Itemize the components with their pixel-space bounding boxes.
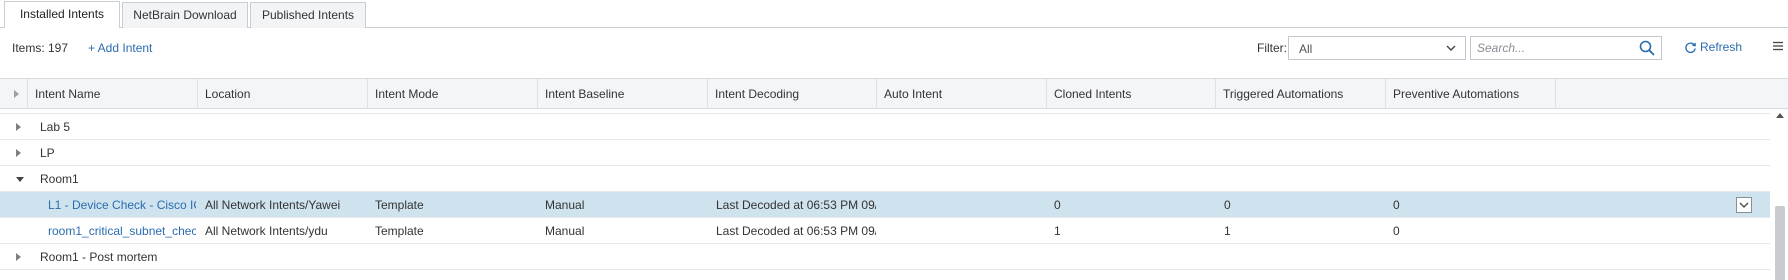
collapsed-triangle-icon	[16, 149, 21, 157]
hamburger-menu-icon[interactable]	[1772, 40, 1784, 52]
column-header-location[interactable]: Location	[198, 79, 368, 109]
toolbar: Items: 197 + Add Intent Filter: All Refr…	[0, 28, 1788, 68]
search-icon[interactable]	[1639, 40, 1655, 56]
cell-triggered-automations: 1	[1224, 224, 1231, 238]
tab-installed-intents[interactable]: Installed Intents	[4, 1, 120, 28]
cell-intent-mode: Template	[375, 198, 424, 212]
refresh-button[interactable]: Refresh	[1685, 40, 1743, 54]
column-header-auto-intent[interactable]: Auto Intent	[877, 79, 1047, 109]
chevron-down-icon	[1739, 202, 1749, 208]
search-input[interactable]	[1477, 40, 1627, 56]
cell-intent-mode: Template	[375, 224, 424, 238]
cell-cloned-intents: 1	[1054, 224, 1061, 238]
group-expander[interactable]	[0, 166, 36, 192]
cell-intent-baseline: Manual	[545, 198, 585, 212]
cell-intent-decoding: Last Decoded at 06:53 PM 09/3...	[716, 198, 876, 212]
cell-location: All Network Intents/ydu	[205, 224, 328, 238]
cell-preventive-automations: 0	[1393, 198, 1400, 212]
table-row[interactable]: L1 - Device Check - Cisco IOS... All Net…	[0, 192, 1770, 218]
group-expander[interactable]	[0, 114, 36, 140]
refresh-label: Refresh	[1700, 40, 1743, 54]
collapsed-triangle-icon	[16, 123, 21, 131]
intents-grid: Intent Name Location Intent Mode Intent …	[0, 78, 1788, 280]
column-header-intent-mode[interactable]: Intent Mode	[368, 79, 538, 109]
group-row-room1[interactable]: Room1	[0, 166, 1770, 192]
group-label: LP	[40, 146, 55, 160]
group-row-room1-post-mortem[interactable]: Room1 - Post mortem	[0, 244, 1770, 270]
table-row[interactable]: room1_critical_subnet_check All Network …	[0, 218, 1770, 244]
cell-intent-decoding: Last Decoded at 06:53 PM 09/3...	[716, 224, 876, 238]
search-box	[1470, 36, 1662, 60]
expanded-triangle-icon	[16, 177, 24, 182]
column-header-intent-name[interactable]: Intent Name	[28, 79, 198, 109]
tab-netbrain-download[interactable]: NetBrain Download	[122, 2, 248, 28]
group-expander[interactable]	[0, 244, 36, 270]
group-row-lp[interactable]: LP	[0, 140, 1770, 166]
items-count: Items: 197	[12, 41, 69, 55]
grid-header: Intent Name Location Intent Mode Intent …	[0, 79, 1788, 109]
filter-label: Filter:	[1257, 41, 1287, 55]
filter-select[interactable]: All	[1288, 36, 1466, 60]
group-row-lab-5[interactable]: Lab 5	[0, 114, 1770, 140]
cell-cloned-intents: 0	[1054, 198, 1061, 212]
expand-triangle-icon	[14, 90, 19, 98]
collapsed-triangle-icon	[16, 253, 21, 261]
chevron-down-icon	[1446, 45, 1456, 51]
group-label: Room1	[40, 172, 79, 186]
column-header-intent-baseline[interactable]: Intent Baseline	[538, 79, 708, 109]
expand-all-toggle[interactable]	[0, 79, 28, 109]
column-header-triggered-automations[interactable]: Triggered Automations	[1216, 79, 1386, 109]
cell-location: All Network Intents/Yawei	[205, 198, 341, 212]
tab-bar: Installed Intents NetBrain Download Publ…	[0, 0, 1788, 28]
cell-preventive-automations: 0	[1393, 224, 1400, 238]
column-header-preventive-automations[interactable]: Preventive Automations	[1386, 79, 1556, 109]
cell-intent-baseline: Manual	[545, 224, 585, 238]
intent-name-link[interactable]: L1 - Device Check - Cisco IOS...	[48, 198, 196, 212]
column-header-intent-decoding[interactable]: Intent Decoding	[708, 79, 877, 109]
scroll-thumb[interactable]	[1775, 206, 1785, 280]
cell-triggered-automations: 0	[1224, 198, 1231, 212]
group-label: Room1 - Post mortem	[40, 250, 158, 264]
row-actions-dropdown[interactable]	[1736, 197, 1752, 213]
column-header-cloned-intents[interactable]: Cloned Intents	[1047, 79, 1216, 109]
filter-value: All	[1299, 42, 1313, 56]
intent-name-link[interactable]: room1_critical_subnet_check	[48, 224, 196, 238]
grid-body: Lab 5 LP Room1 L1 - Device Check - Cisco…	[0, 110, 1770, 280]
refresh-icon	[1685, 42, 1696, 54]
group-label: Lab 5	[40, 120, 71, 134]
group-expander[interactable]	[0, 140, 36, 166]
vertical-scrollbar[interactable]	[1772, 110, 1788, 280]
tab-published-intents[interactable]: Published Intents	[250, 2, 366, 28]
scroll-up-arrow-icon[interactable]	[1776, 113, 1784, 118]
add-intent-link[interactable]: + Add Intent	[88, 41, 152, 55]
